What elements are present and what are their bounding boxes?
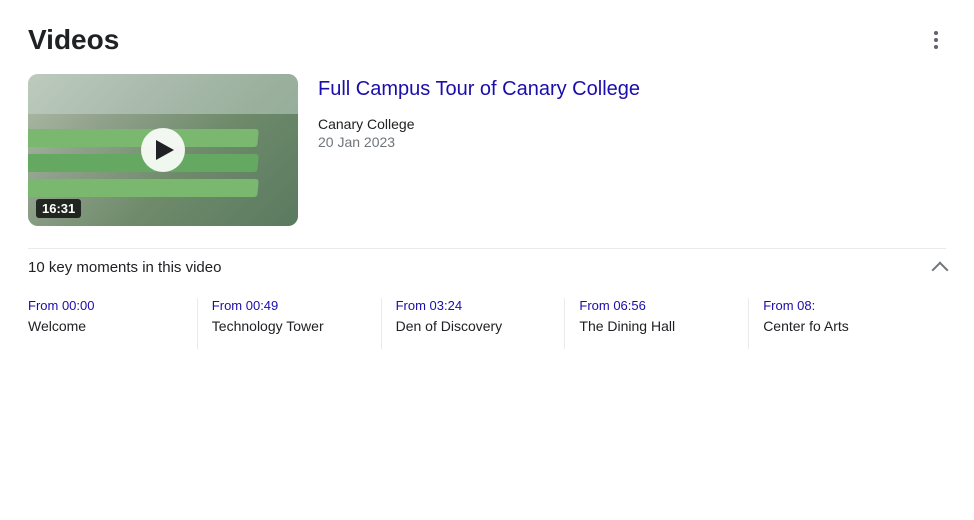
more-options-button[interactable]: [926, 27, 946, 53]
moment-item-4[interactable]: From 08: Center fo Arts: [763, 298, 932, 349]
moment-timestamp-4: From 08:: [763, 298, 918, 313]
duration-badge: 16:31: [36, 199, 81, 218]
moment-timestamp-1: From 00:49: [212, 298, 367, 313]
moments-grid: From 00:00 Welcome From 00:49 Technology…: [28, 298, 946, 349]
chevron-up-icon: [932, 261, 949, 278]
page-container: Videos 16:31: [0, 0, 974, 369]
moment-label-3: The Dining Hall: [579, 317, 734, 337]
video-thumbnail[interactable]: 16:31: [28, 74, 298, 226]
key-moments-bar[interactable]: 10 key moments in this video: [28, 248, 946, 292]
video-title-link[interactable]: Full Campus Tour of Canary College: [318, 76, 640, 102]
moment-label-1: Technology Tower: [212, 317, 367, 337]
moment-item-2[interactable]: From 03:24 Den of Discovery: [396, 298, 566, 349]
moment-timestamp-3: From 06:56: [579, 298, 734, 313]
key-moments-label: 10 key moments in this video: [28, 259, 221, 276]
play-button[interactable]: [141, 128, 185, 172]
moment-item-0[interactable]: From 00:00 Welcome: [28, 298, 198, 349]
video-source: Canary College: [318, 116, 640, 132]
video-info: Full Campus Tour of Canary College Canar…: [318, 74, 640, 226]
video-date: 20 Jan 2023: [318, 134, 640, 150]
page-title: Videos: [28, 24, 119, 56]
moment-label-4: Center fo Arts: [763, 317, 918, 337]
moment-timestamp-0: From 00:00: [28, 298, 183, 313]
moment-timestamp-2: From 03:24: [396, 298, 551, 313]
moment-item-3[interactable]: From 06:56 The Dining Hall: [579, 298, 749, 349]
play-icon: [156, 140, 174, 160]
three-dots-icon: [934, 31, 938, 49]
moment-label-0: Welcome: [28, 317, 183, 337]
video-card: 16:31 Full Campus Tour of Canary College…: [28, 74, 946, 226]
moment-label-2: Den of Discovery: [396, 317, 551, 337]
moment-item-1[interactable]: From 00:49 Technology Tower: [212, 298, 382, 349]
header: Videos: [28, 24, 946, 56]
